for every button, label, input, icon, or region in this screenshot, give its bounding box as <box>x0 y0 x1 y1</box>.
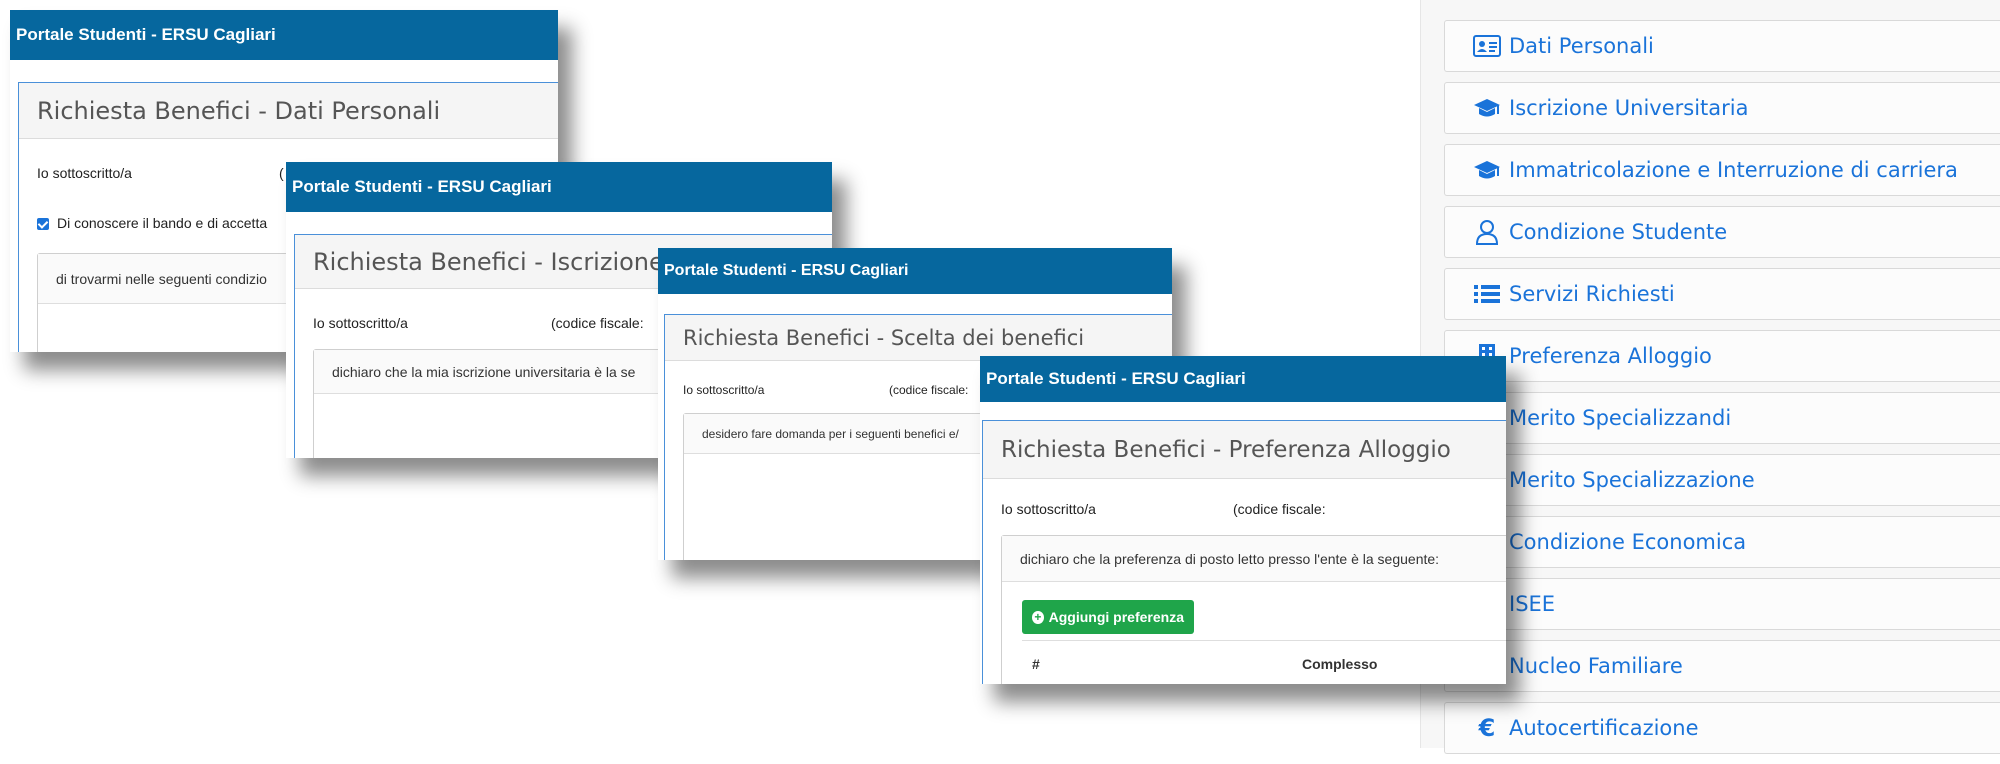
panel-heading: Richiesta Benefici - Preferenza Alloggio <box>983 421 1506 479</box>
portal-titlebar: Portale Studenti - ERSU Cagliari <box>10 10 558 60</box>
sidebar-item-nucleo-familiare[interactable]: Nucleo Familiare <box>1444 640 2000 692</box>
sidebar-item-label: Nucleo Familiare <box>1509 654 1683 678</box>
plus-circle-icon: + <box>1032 610 1044 624</box>
sidebar-item-preferenza-alloggio[interactable]: Preferenza Alloggio <box>1444 330 2000 382</box>
sidebar-item-label: Iscrizione Universitaria <box>1509 96 1749 120</box>
fiscal-code-label: (codice fiscale: <box>889 383 969 397</box>
window-preferenza-alloggio: Portale Studenti - ERSU Cagliari Richies… <box>980 356 1506 684</box>
sidebar-menu: Dati Personali Iscrizione Universitaria … <box>1444 20 2000 764</box>
declarant-label: Io sottoscritto/a <box>37 165 132 181</box>
checkbox-checked-icon <box>37 218 49 231</box>
table-divider <box>1022 640 1506 641</box>
fiscal-code-label: (codice fiscale: <box>551 315 644 331</box>
sidebar-item-servizi-richiesti[interactable]: Servizi Richiesti <box>1444 268 2000 320</box>
sidebar-item-immatricolazione[interactable]: Immatricolazione e Interruzione di carri… <box>1444 144 2000 196</box>
sidebar-item-label: Preferenza Alloggio <box>1509 344 1712 368</box>
panel-heading: Richiesta Benefici - Dati Personali <box>19 83 558 139</box>
sidebar-item-isee[interactable]: ISEE <box>1444 578 2000 630</box>
sidebar-item-merito-specializzandi[interactable]: Merito Specializzandi <box>1444 392 2000 444</box>
list-icon <box>1473 280 1501 308</box>
declarant-label: Io sottoscritto/a <box>313 315 408 331</box>
sidebar-item-autocertificazione[interactable]: € Autocertificazione <box>1444 702 2000 754</box>
column-header-complesso: Complesso <box>1302 656 1378 672</box>
sidebar-item-condizione-economica[interactable]: Condizione Economica <box>1444 516 2000 568</box>
sidebar-item-label: Servizi Richiesti <box>1509 282 1675 306</box>
portal-titlebar: Portale Studenti - ERSU Cagliari <box>980 356 1506 402</box>
form-panel: Richiesta Benefici - Preferenza Alloggio… <box>982 420 1506 684</box>
sidebar-item-label: Merito Specializzandi <box>1509 406 1732 430</box>
sidebar-item-merito-specializzazione[interactable]: Merito Specializzazione <box>1444 454 2000 506</box>
sidebar-item-label: Merito Specializzazione <box>1509 468 1755 492</box>
graduation-cap-icon <box>1473 94 1501 122</box>
add-preference-label: Aggiungi preferenza <box>1048 609 1184 625</box>
fiscal-code-label: (codice fiscale: <box>1233 501 1326 517</box>
sidebar-item-label: Autocertificazione <box>1509 716 1699 740</box>
graduation-cap-icon <box>1473 156 1501 184</box>
accept-bando-checkbox[interactable]: Di conoscere il bando e di accetta <box>37 215 267 231</box>
fiscal-code-label: ( <box>279 165 284 181</box>
column-header-number: # <box>1032 656 1040 672</box>
sidebar-item-label: Immatricolazione e Interruzione di carri… <box>1509 158 1958 182</box>
add-preference-button[interactable]: + Aggiungi preferenza <box>1022 600 1194 634</box>
declarant-label: Io sottoscritto/a <box>683 383 765 397</box>
portal-titlebar: Portale Studenti - ERSU Cagliari <box>286 162 832 212</box>
declarant-label: Io sottoscritto/a <box>1001 501 1096 517</box>
sidebar-item-condizione-studente[interactable]: Condizione Studente <box>1444 206 2000 258</box>
sidebar-item-label: Condizione Economica <box>1509 530 1747 554</box>
portal-titlebar: Portale Studenti - ERSU Cagliari <box>658 248 1172 294</box>
checkbox-label: Di conoscere il bando e di accetta <box>57 215 268 231</box>
sidebar-item-label: Dati Personali <box>1509 34 1654 58</box>
panel-heading: Richiesta Benefici - Scelta dei benefici <box>665 315 1172 361</box>
sidebar-item-label: ISEE <box>1509 592 1556 616</box>
sidebar-item-dati-personali[interactable]: Dati Personali <box>1444 20 2000 72</box>
user-icon <box>1473 218 1501 246</box>
id-card-icon <box>1473 32 1501 60</box>
euro-icon: € <box>1478 714 1496 742</box>
sidebar-item-iscrizione-universitaria[interactable]: Iscrizione Universitaria <box>1444 82 2000 134</box>
sidebar-item-label: Condizione Studente <box>1509 220 1728 244</box>
housing-box: dichiaro che la preferenza di posto lett… <box>1001 535 1506 684</box>
housing-text: dichiaro che la preferenza di posto lett… <box>1002 536 1506 582</box>
